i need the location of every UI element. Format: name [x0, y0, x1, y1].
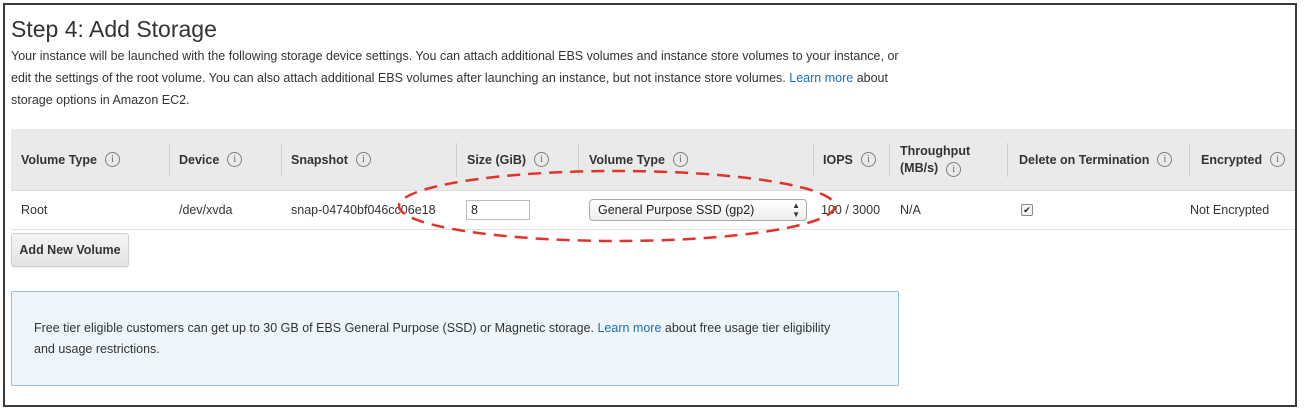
ec2-storage-panel: Step 4: Add Storage Your instance will b…: [3, 3, 1297, 407]
header-label: IOPS: [823, 152, 853, 167]
info-icon[interactable]: i: [946, 161, 962, 177]
header-label: Size (GiB): [467, 152, 527, 167]
page-title: Step 4: Add Storage: [11, 16, 217, 42]
cell-device: /dev/xvda: [179, 203, 233, 217]
header-ebs-volume-type: Volume Type i: [589, 129, 688, 190]
info-icon[interactable]: i: [1157, 152, 1173, 167]
cell-snapshot: snap-04740bf046cc06e18: [291, 203, 436, 217]
cell-iops: 100 / 3000: [821, 203, 881, 217]
storage-table: Volume Type i Device i Snapshot i Size (…: [11, 129, 1295, 230]
header-label: Snapshot: [291, 152, 348, 167]
updown-chevron-icon: ▲ ▼: [792, 201, 800, 219]
cell-encrypted: Not Encrypted: [1190, 203, 1270, 217]
info-icon[interactable]: i: [672, 152, 688, 167]
header-size: Size (GiB) i: [467, 129, 550, 190]
free-tier-message: Free tier eligible customers can get up …: [34, 321, 594, 335]
header-label: Delete on Termination: [1019, 152, 1150, 167]
volume-type-select[interactable]: General Purpose SSD (gp2) ▲ ▼: [589, 199, 807, 221]
header-delete-on-termination: Delete on Termination i: [1019, 129, 1173, 190]
volume-type-selected: General Purpose SSD (gp2): [598, 203, 755, 217]
header-volume-type: Volume Type i: [21, 129, 120, 190]
header-label-line2: (MB/s): [900, 160, 939, 175]
delete-on-termination-checkbox[interactable]: ✔: [1021, 204, 1033, 216]
cell-volume-type: Root: [21, 203, 48, 217]
info-icon[interactable]: i: [104, 152, 120, 167]
header-encrypted: Encrypted i: [1201, 129, 1286, 190]
header-label: Encrypted: [1201, 152, 1263, 167]
table-header: Volume Type i Device i Snapshot i Size (…: [11, 129, 1295, 191]
page-description: Your instance will be launched with the …: [11, 45, 911, 111]
header-label: Volume Type: [21, 152, 97, 167]
header-label-line1: Throughput: [900, 143, 971, 158]
info-icon[interactable]: i: [1270, 152, 1286, 167]
info-icon[interactable]: i: [860, 152, 876, 167]
add-new-volume-button[interactable]: Add New Volume: [11, 233, 129, 267]
learn-more-link[interactable]: Learn more: [789, 71, 853, 85]
size-input[interactable]: [466, 200, 530, 220]
info-icon[interactable]: i: [355, 152, 371, 167]
table-row: Root /dev/xvda snap-04740bf046cc06e18 Ge…: [11, 191, 1295, 230]
checkmark-icon: ✔: [1023, 205, 1031, 215]
header-label: Volume Type: [589, 152, 665, 167]
info-icon[interactable]: i: [534, 152, 550, 167]
description-text: Your instance will be launched with the …: [11, 49, 899, 85]
cell-throughput: N/A: [900, 203, 921, 217]
header-label: Device: [179, 152, 220, 167]
header-device: Device i: [179, 129, 243, 190]
free-tier-text: Free tier eligible customers can get up …: [34, 318, 854, 360]
free-tier-learn-more-link[interactable]: Learn more: [597, 321, 661, 335]
header-snapshot: Snapshot i: [291, 129, 371, 190]
header-throughput: Throughput (MB/s) i: [900, 129, 970, 190]
info-icon[interactable]: i: [227, 152, 243, 167]
header-iops: IOPS i: [823, 129, 876, 190]
cell-delete-on-termination: ✔: [1021, 191, 1033, 229]
free-tier-info-box: Free tier eligible customers can get up …: [11, 291, 899, 386]
